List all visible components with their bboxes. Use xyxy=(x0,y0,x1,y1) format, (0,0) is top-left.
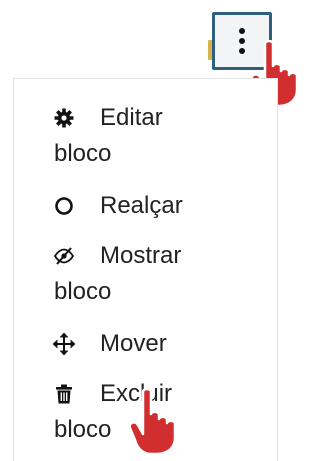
menu-item-label: Mostrar xyxy=(100,242,182,269)
menu-item-show-block[interactable]: Mostrar bloco xyxy=(14,239,277,311)
gear-icon xyxy=(52,101,76,135)
trash-icon xyxy=(52,377,76,411)
move-arrows-icon xyxy=(52,327,76,361)
menu-item-highlight[interactable]: Realçar xyxy=(14,189,277,223)
menu-item-label: Excluir xyxy=(100,380,173,407)
block-actions-menu: Editar bloco Realçar Mostrar bloco Mover… xyxy=(13,78,278,461)
screen: Editar bloco Realçar Mostrar bloco Mover… xyxy=(0,0,305,461)
menu-item-label-continued: bloco xyxy=(54,140,112,167)
menu-item-edit-block[interactable]: Editar bloco xyxy=(14,101,277,173)
menu-item-label: Editar xyxy=(100,104,163,131)
menu-item-label: Realçar xyxy=(100,192,183,219)
circle-icon xyxy=(52,189,76,223)
menu-item-label-continued: bloco xyxy=(54,278,112,305)
menu-item-label-continued: bloco xyxy=(54,416,112,443)
eye-slash-icon xyxy=(52,239,76,273)
menu-item-move[interactable]: Mover xyxy=(14,327,277,361)
menu-item-delete-block[interactable]: Excluir bloco xyxy=(14,377,277,449)
menu-item-label: Mover xyxy=(100,330,167,357)
kebab-vertical-icon xyxy=(239,28,245,54)
block-actions-button[interactable] xyxy=(212,12,272,70)
